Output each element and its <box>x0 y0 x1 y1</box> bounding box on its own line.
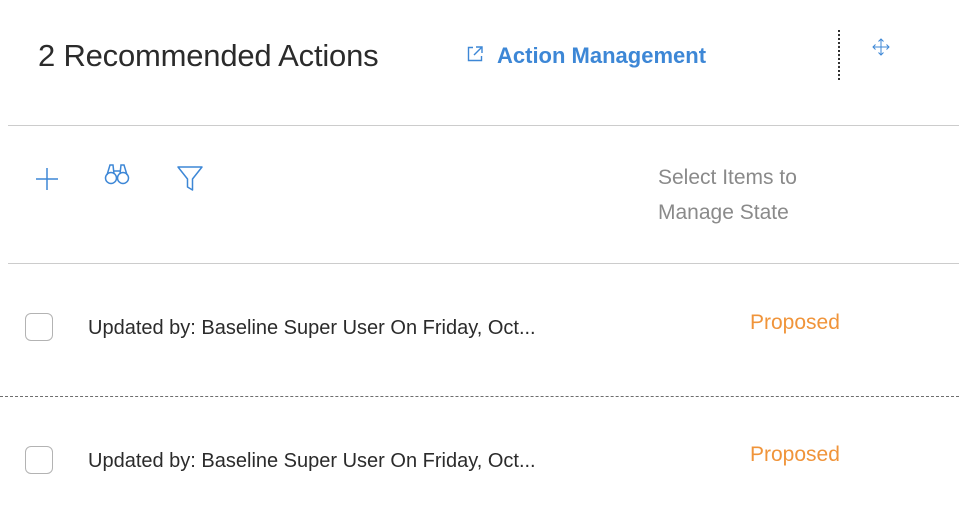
header-divider <box>838 30 840 80</box>
list-item[interactable]: Updated by: Baseline Super User On Frida… <box>0 300 959 360</box>
status-badge: Proposed <box>750 311 840 334</box>
binoculars-icon <box>104 164 130 190</box>
list-item[interactable]: Updated by: Baseline Super User On Frida… <box>0 432 959 492</box>
select-items-hint: Select Items to Manage State <box>658 160 858 230</box>
row-checkbox[interactable] <box>25 313 53 341</box>
row-description: Updated by: Baseline Super User On Frida… <box>88 317 536 339</box>
plus-icon <box>34 168 60 196</box>
filter-icon <box>176 166 204 196</box>
status-badge: Proposed <box>750 443 840 466</box>
toolbar-separator <box>8 263 959 264</box>
action-management-link[interactable]: Action Management <box>466 40 706 72</box>
page-title: 2 Recommended Actions <box>38 38 379 73</box>
recommended-actions-panel: 2 Recommended Actions Action Management <box>0 0 959 522</box>
action-management-label: Action Management <box>497 43 707 68</box>
external-link-icon <box>466 45 484 68</box>
row-description: Updated by: Baseline Super User On Frida… <box>88 450 536 472</box>
hint-line-2: Manage State <box>658 201 789 224</box>
hint-line-1: Select Items to <box>658 166 797 189</box>
row-checkbox[interactable] <box>25 446 53 474</box>
search-button[interactable] <box>104 162 130 191</box>
header-separator <box>8 125 959 126</box>
filter-button[interactable] <box>176 164 204 197</box>
add-button[interactable] <box>34 166 60 197</box>
move-icon[interactable] <box>871 37 891 57</box>
row-separator <box>0 396 959 397</box>
